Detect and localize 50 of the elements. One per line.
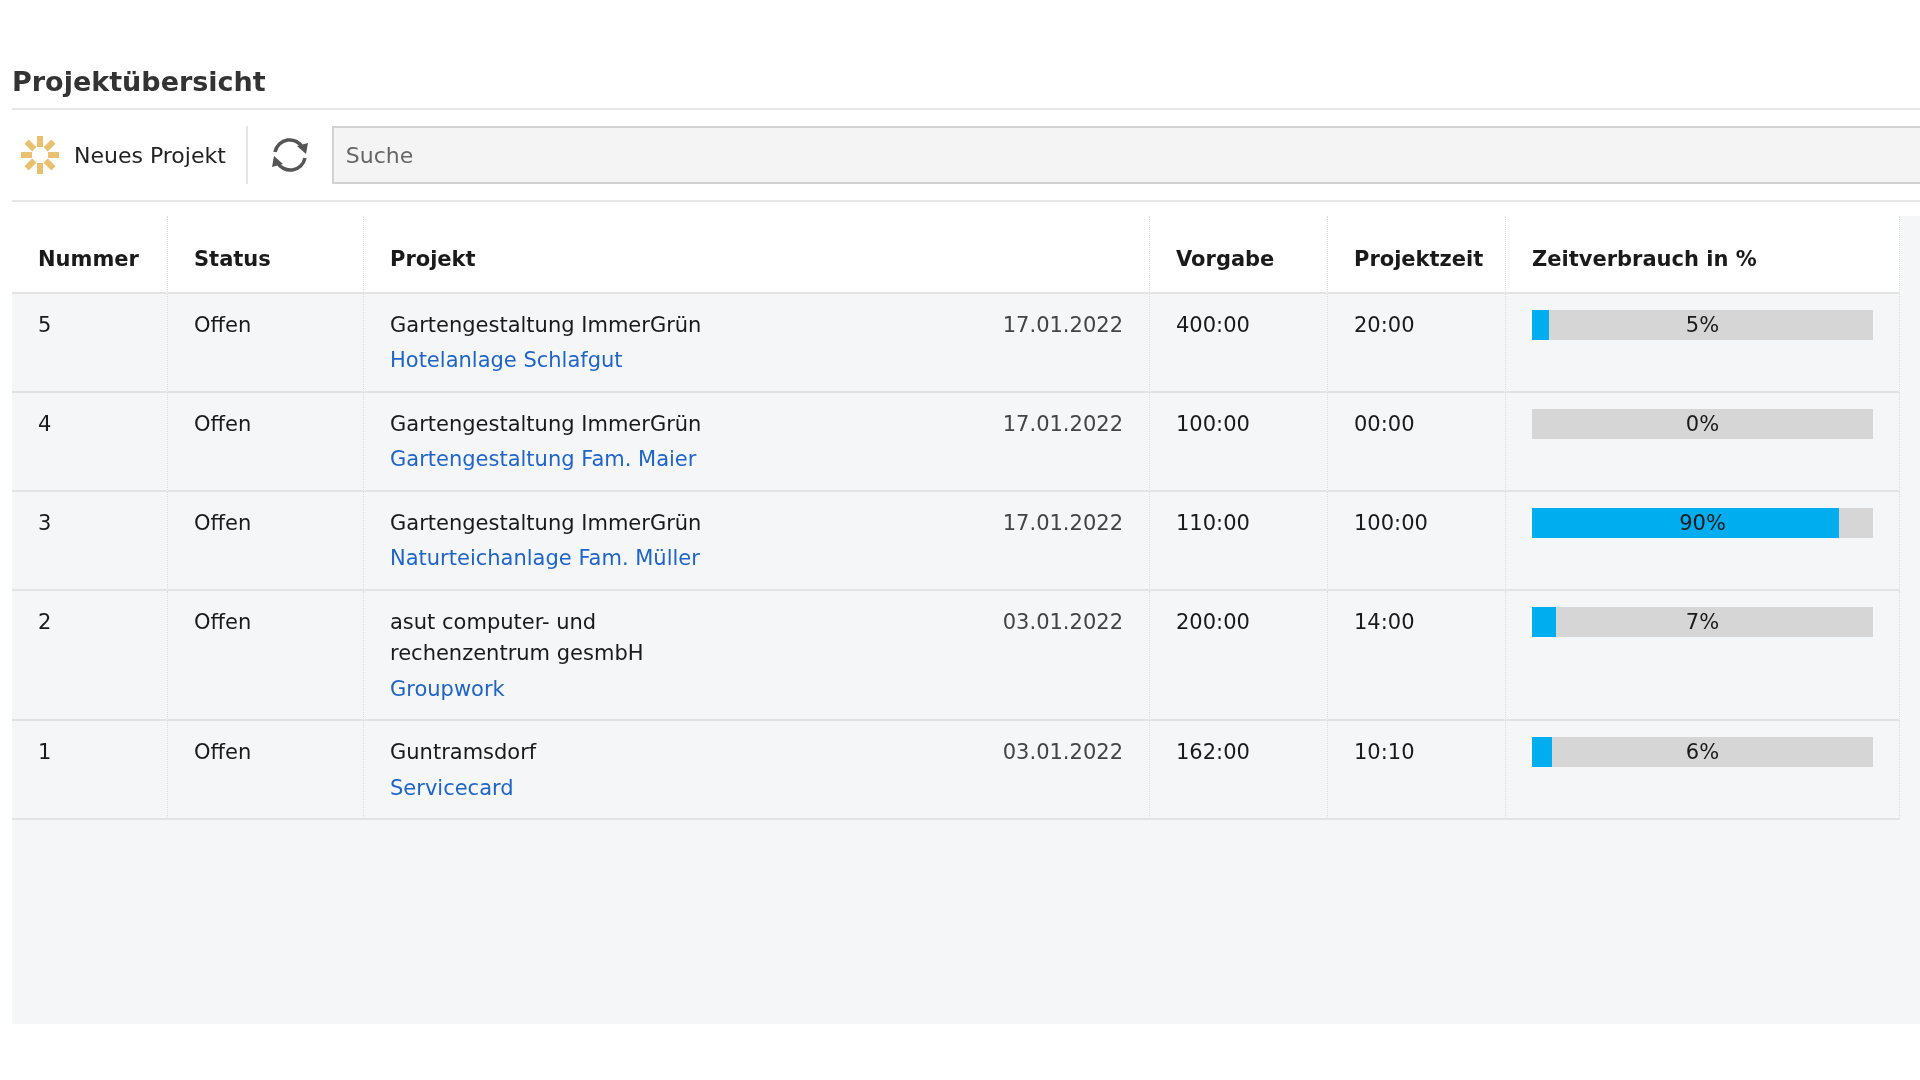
date-text: 03.01.2022 <box>1002 608 1123 636</box>
column-header: Status <box>168 216 364 294</box>
table-cell: 100:00 <box>1150 392 1328 492</box>
project-link[interactable]: Gartengestaltung Fam. Maier <box>390 444 697 476</box>
percent-text: 90% <box>1678 509 1727 537</box>
table-cell: 00:00 <box>1328 392 1506 492</box>
table-cell: 110:00 <box>1150 491 1328 591</box>
table-cell: Offen <box>168 590 364 722</box>
table-cell: Offen <box>168 721 364 821</box>
percent-text: 5% <box>1684 311 1721 339</box>
table-cell: 400:00 <box>1150 293 1328 393</box>
sun-icon <box>20 135 60 176</box>
date-text: 17.01.2022 <box>1002 410 1123 438</box>
table-cell: Offen <box>168 293 364 393</box>
table-cell: 20:00 <box>1328 293 1506 393</box>
date-text: 17.01.2022 <box>1002 509 1123 537</box>
page-title: Projektübersicht <box>12 66 1920 111</box>
customer-name: Guntramsdorf <box>390 739 538 767</box>
table-cell: 5 <box>12 293 168 393</box>
column-header: Nummer <box>12 216 168 294</box>
percent-text: 0% <box>1684 410 1721 438</box>
customer-name: Gartengestaltung ImmerGrün <box>390 311 703 339</box>
percent-text: 7% <box>1684 608 1721 636</box>
table-cell: 10:10 <box>1328 721 1506 821</box>
date-text: 03.01.2022 <box>1002 739 1123 767</box>
table-cell: 4 <box>12 392 168 492</box>
column-header: Projektzeit <box>1328 216 1506 294</box>
column-header: Vorgabe <box>1150 216 1328 294</box>
customer-name: asut computer- und rechenzentrum gesmbH <box>390 608 645 668</box>
project-link[interactable]: Naturteichanlage Fam. Müller <box>390 543 700 575</box>
date-text: 17.01.2022 <box>1002 311 1123 339</box>
column-header: Zeitverbrauch in % <box>1506 216 1900 294</box>
column-header: Projekt <box>364 216 1150 294</box>
project-link[interactable]: Hotelanlage Schlafgut <box>390 345 623 377</box>
table-cell: 3 <box>12 491 168 591</box>
table-cell: 162:00 <box>1150 721 1328 821</box>
table-cell: 14:00 <box>1328 590 1506 722</box>
percent-text: 6% <box>1684 739 1721 767</box>
customer-name: Gartengestaltung ImmerGrün <box>390 509 703 537</box>
customer-name: Gartengestaltung ImmerGrün <box>390 410 703 438</box>
new-project-button[interactable]: Neues Projekt <box>12 126 248 185</box>
project-link[interactable]: Groupwork <box>390 673 505 706</box>
search-field[interactable]: Suche <box>331 126 1920 185</box>
table-cell: 1 <box>12 721 168 821</box>
table-cell: Offen <box>168 491 364 591</box>
project-link[interactable]: Servicecard <box>390 772 514 805</box>
table-cell: 100:00 <box>1328 491 1506 591</box>
table-cell: 2 <box>12 590 168 722</box>
table-cell: Offen <box>168 392 364 492</box>
table-cell: 200:00 <box>1150 590 1328 722</box>
